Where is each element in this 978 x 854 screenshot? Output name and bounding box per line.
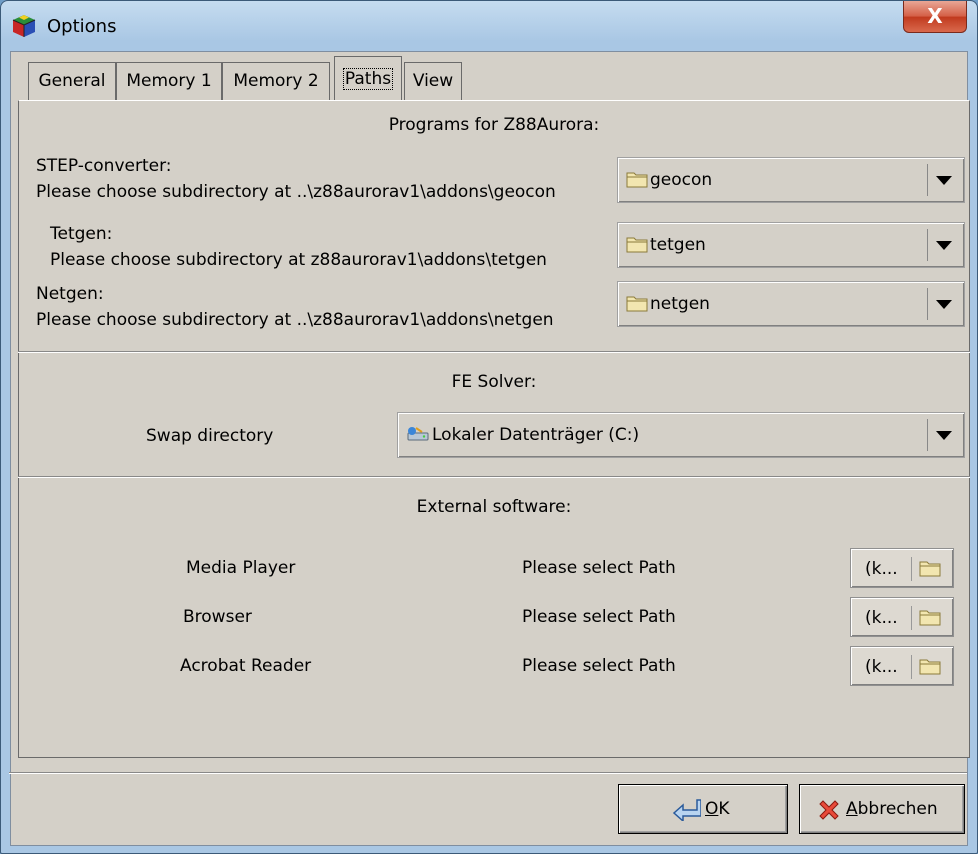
folder-icon: [919, 659, 941, 675]
ok-button-label: OK: [705, 799, 730, 819]
browser-path: Please select Path: [522, 607, 676, 627]
chevron-down-icon[interactable]: [927, 419, 958, 451]
folder-icon: [626, 237, 648, 253]
step-converter-select[interactable]: geocon: [617, 157, 965, 203]
title-bar[interactable]: Options X: [1, 1, 977, 51]
step-converter-hint: Please choose subdirectory at ..\z88auro…: [36, 182, 556, 202]
tetgen-select[interactable]: tetgen: [617, 222, 965, 268]
footer-divider: [9, 772, 967, 774]
tab-memory-1[interactable]: Memory 1: [116, 62, 222, 100]
close-icon: X: [927, 4, 943, 28]
tetgen-hint: Please choose subdirectory at z88aurorav…: [50, 250, 547, 270]
cancel-button-label: Abbrechen: [846, 799, 938, 819]
chevron-down-icon[interactable]: [927, 164, 958, 196]
tab-general[interactable]: General: [28, 62, 116, 100]
chevron-down-icon[interactable]: [927, 288, 958, 320]
browser-label: Browser: [183, 607, 252, 627]
netgen-label: Netgen:: [36, 284, 104, 304]
enter-arrow-icon: [672, 799, 701, 821]
tab-view[interactable]: View: [404, 62, 462, 100]
folder-icon: [626, 296, 648, 312]
tetgen-label: Tetgen:: [50, 224, 113, 244]
chevron-down-icon[interactable]: [927, 229, 958, 261]
netgen-select[interactable]: netgen: [617, 281, 965, 327]
section-divider: [18, 351, 970, 353]
close-button[interactable]: X: [903, 1, 967, 33]
drive-icon: [407, 427, 429, 441]
step-converter-value: geocon: [626, 170, 712, 190]
tetgen-value: tetgen: [626, 235, 706, 255]
tab-general-label: General: [38, 71, 106, 91]
section-divider: [18, 476, 970, 478]
folder-icon: [626, 172, 648, 188]
netgen-hint: Please choose subdirectory at ..\z88auro…: [36, 310, 554, 330]
fe-solver-header: FE Solver:: [451, 372, 537, 392]
netgen-value: netgen: [626, 294, 710, 314]
cancel-button[interactable]: Abbrechen: [799, 784, 965, 834]
folder-icon: [919, 561, 941, 577]
step-converter-label: STEP-converter:: [36, 156, 172, 176]
media-player-label: Media Player: [186, 558, 296, 578]
app-cube-icon: [12, 15, 36, 37]
browser-browse-button[interactable]: (k...: [850, 597, 954, 637]
external-software-header: External software:: [416, 497, 572, 517]
tab-memory-2[interactable]: Memory 2: [222, 62, 330, 100]
acrobat-reader-path: Please select Path: [522, 656, 676, 676]
window-title: Options: [47, 16, 117, 37]
swap-directory-select[interactable]: Lokaler Datenträger (C:): [397, 412, 965, 458]
folder-icon: [919, 610, 941, 626]
tab-view-label: View: [412, 71, 454, 91]
swap-directory-label: Swap directory: [146, 426, 274, 446]
programs-header: Programs for Z88Aurora:: [388, 115, 600, 135]
media-player-browse-button[interactable]: (k...: [850, 548, 954, 588]
media-player-path: Please select Path: [522, 558, 676, 578]
tab-paths[interactable]: Paths: [334, 56, 402, 100]
cancel-x-icon: [819, 800, 839, 820]
tab-memory-2-label: Memory 2: [233, 71, 319, 91]
swap-directory-value: Lokaler Datenträger (C:): [406, 425, 639, 445]
ok-button[interactable]: OK: [618, 784, 788, 834]
acrobat-reader-label: Acrobat Reader: [180, 656, 312, 676]
tab-paths-label: Paths: [342, 68, 394, 90]
acrobat-reader-browse-button[interactable]: (k...: [850, 646, 954, 686]
tab-memory-1-label: Memory 1: [126, 71, 212, 91]
